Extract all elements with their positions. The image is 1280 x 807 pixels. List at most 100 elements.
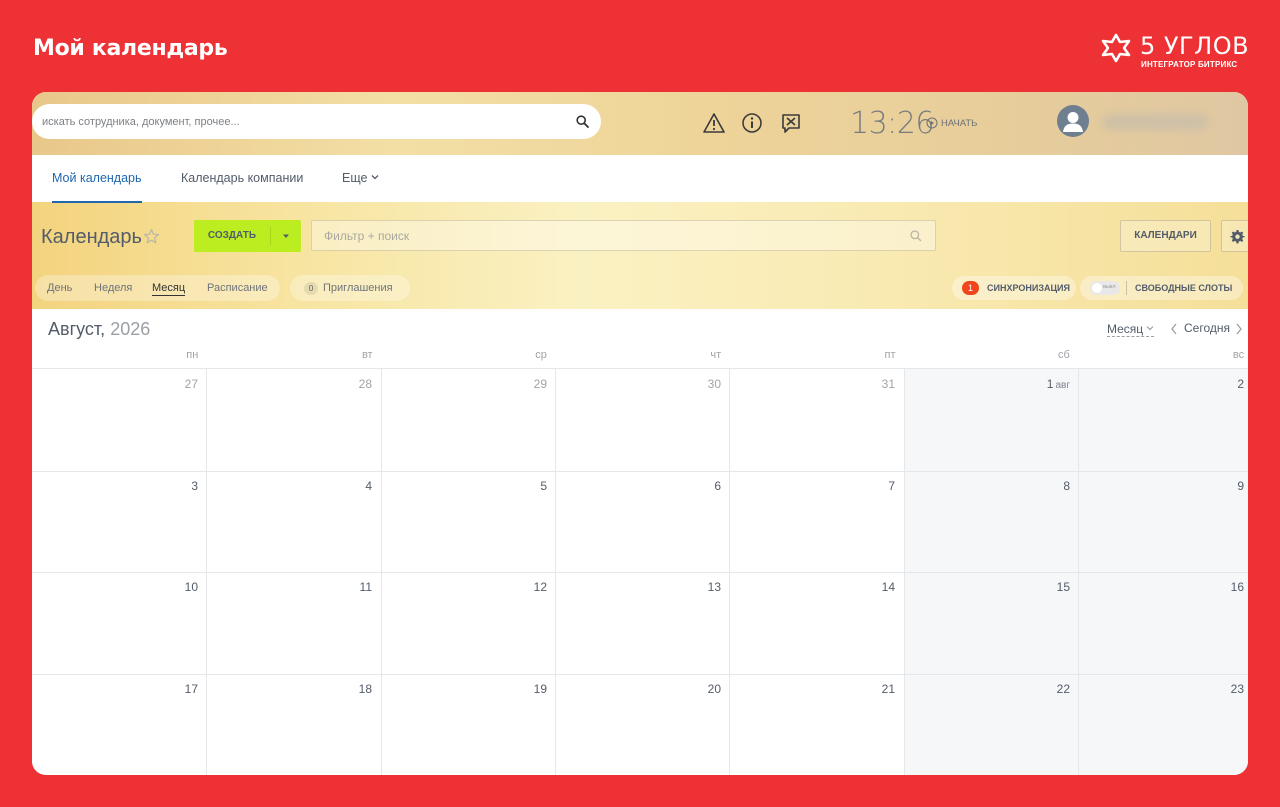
day-number: 20 [707, 682, 721, 696]
star-icon[interactable] [143, 228, 160, 245]
day-cell[interactable]: 3 [32, 471, 206, 572]
day-cell[interactable]: 12 [381, 572, 555, 673]
tools-chat-icon[interactable] [780, 112, 802, 134]
day-cell[interactable]: 6 [555, 471, 729, 572]
brand-name: 5 УГЛОВ [1140, 32, 1250, 60]
day-cell[interactable]: 27 [32, 369, 206, 470]
view-day[interactable]: День [47, 275, 72, 301]
page-title: Мой календарь [33, 36, 228, 61]
day-cell[interactable]: 13 [555, 572, 729, 673]
calendars-button[interactable]: КАЛЕНДАРИ [1120, 220, 1211, 252]
mode-selector[interactable]: Месяц [1107, 322, 1155, 337]
day-number: 17 [184, 682, 198, 696]
search-icon[interactable] [910, 230, 922, 242]
day-cell[interactable]: 30 [555, 369, 729, 470]
brand-tagline: ИНТЕГРАТОР БИТРИКС [1141, 60, 1238, 69]
day-cell[interactable]: 23 [1078, 674, 1248, 775]
chevron-right-icon[interactable] [1234, 322, 1244, 336]
chevron-left-icon[interactable] [1169, 322, 1179, 336]
today-button[interactable]: Сегодня [1184, 321, 1230, 335]
clock-time: 13:26 [850, 106, 934, 141]
day-cell[interactable]: 17 [32, 674, 206, 775]
day-cell[interactable]: 16 [1078, 572, 1248, 673]
day-cell[interactable]: 14 [729, 572, 903, 673]
tab-more[interactable]: Еще [342, 155, 379, 202]
global-search [32, 104, 601, 139]
day-cell[interactable]: 5 [381, 471, 555, 572]
weekday-header: пт [884, 349, 896, 361]
sync-label: СИНХРОНИЗАЦИЯ [987, 283, 1070, 293]
weekday-header: ср [535, 349, 547, 361]
invitations-label: Приглашения [323, 282, 393, 294]
free-slots-toggle[interactable]: выкл [1090, 281, 1120, 295]
user-avatar-icon[interactable] [1057, 105, 1089, 137]
day-cell[interactable]: 10 [32, 572, 206, 673]
create-label: СОЗДАТЬ [207, 230, 257, 241]
portal-window: 13:26 НАЧАТЬ Мой календарь Календарь ком… [32, 92, 1248, 775]
day-cell[interactable]: 2 [1078, 369, 1248, 470]
day-number: 3 [191, 479, 198, 493]
sync-button[interactable]: 1 СИНХРОНИЗАЦИЯ [952, 276, 1076, 300]
day-number: 9 [1237, 479, 1244, 493]
start-workday-button[interactable]: НАЧАТЬ [926, 116, 977, 130]
day-number: 14 [881, 580, 895, 594]
settings-button[interactable] [1221, 220, 1248, 252]
create-button[interactable]: СОЗДАТЬ [194, 220, 301, 252]
day-cell[interactable]: 4 [206, 471, 380, 572]
day-cell[interactable]: 28 [206, 369, 380, 470]
day-cell[interactable]: 1 авг [904, 369, 1078, 470]
toggle-knob [1092, 283, 1102, 293]
invitations-count: 0 [304, 282, 318, 295]
invitations-button[interactable]: 0 Приглашения [290, 275, 410, 301]
day-number: 1 авг [1046, 377, 1070, 391]
search-icon[interactable] [576, 115, 589, 128]
user-name-blurred[interactable] [1102, 114, 1208, 130]
weekday-header: вс [1232, 349, 1245, 361]
filter-input[interactable] [324, 221, 904, 250]
day-cell[interactable]: 31 [729, 369, 903, 470]
tab-more-label: Еще [342, 171, 368, 185]
day-number: 7 [888, 479, 895, 493]
day-number: 13 [707, 580, 721, 594]
view-schedule[interactable]: Расписание [207, 275, 268, 301]
day-number: 10 [184, 580, 198, 594]
search-input[interactable] [42, 104, 562, 139]
year-label: 2026 [110, 319, 151, 339]
calendar-title: Календарь [41, 226, 142, 248]
mode-label: Месяц [1107, 322, 1144, 336]
day-cell[interactable]: 8 [904, 471, 1078, 572]
day-number: 28 [358, 377, 372, 391]
day-number: 22 [1056, 682, 1070, 696]
free-slots-label[interactable]: СВОБОДНЫЕ СЛОТЫ [1135, 276, 1232, 300]
warning-icon[interactable] [703, 112, 725, 134]
tab-company-calendar[interactable]: Календарь компании [181, 155, 303, 202]
day-cell[interactable]: 29 [381, 369, 555, 470]
day-number: 18 [358, 682, 372, 696]
play-icon [926, 117, 938, 129]
gear-icon [1230, 229, 1245, 244]
brand-logo: 5 УГЛОВ ИНТЕГРАТОР БИТРИКС [1100, 32, 1250, 72]
day-cell[interactable]: 9 [1078, 471, 1248, 572]
info-icon[interactable] [741, 112, 763, 134]
month-calendar: Август, 2026 Месяц Сегодня пн вт ср чт пт сб в… [32, 309, 1248, 775]
day-cell[interactable]: 15 [904, 572, 1078, 673]
view-month[interactable]: Месяц [152, 275, 186, 296]
day-cell[interactable]: 21 [729, 674, 903, 775]
month-title: Август, 2026 [48, 319, 150, 340]
pentagon-logo-icon [1101, 33, 1131, 63]
filter-search [311, 220, 936, 251]
slots-separator [1126, 281, 1127, 295]
tab-my-calendar[interactable]: Мой календарь [52, 155, 142, 203]
day-cell[interactable]: 19 [381, 674, 555, 775]
day-cell[interactable]: 18 [206, 674, 380, 775]
day-number: 21 [881, 682, 895, 696]
day-cell[interactable]: 22 [904, 674, 1078, 775]
view-week[interactable]: Неделя [94, 275, 132, 301]
day-cell[interactable]: 11 [206, 572, 380, 673]
caret-down-icon[interactable] [271, 220, 301, 252]
top-tabs: Мой календарь Календарь компании Еще [32, 155, 1248, 203]
day-cell[interactable]: 7 [729, 471, 903, 572]
start-label: НАЧАТЬ [941, 117, 978, 129]
month-suffix: авг [1055, 380, 1070, 391]
day-cell[interactable]: 20 [555, 674, 729, 775]
